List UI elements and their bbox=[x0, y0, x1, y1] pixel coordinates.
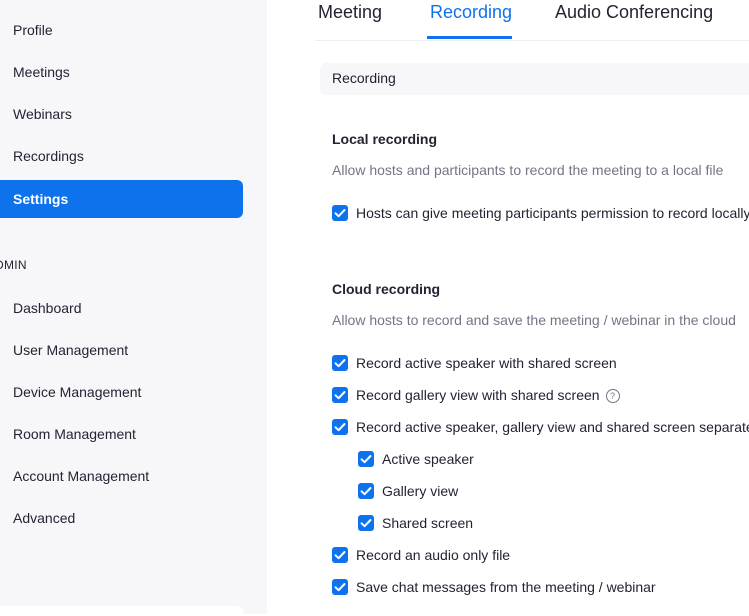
option-label-wrap: Record gallery view with shared screen? bbox=[356, 387, 620, 403]
check-icon bbox=[360, 455, 372, 464]
checkbox-checked[interactable] bbox=[332, 205, 348, 221]
checkbox-checked[interactable] bbox=[358, 515, 374, 531]
check-icon bbox=[360, 487, 372, 496]
check-icon bbox=[334, 551, 346, 560]
option-label: Active speaker bbox=[382, 451, 474, 467]
option-label: Record active speaker, gallery view and … bbox=[356, 419, 749, 435]
checkbox-checked[interactable] bbox=[358, 451, 374, 467]
sidebar-item-label: User Management bbox=[13, 342, 129, 358]
checkbox-checked[interactable] bbox=[332, 387, 348, 403]
sidebar-item-label: Recordings bbox=[13, 148, 84, 164]
tab-recording[interactable]: Recording bbox=[430, 0, 512, 40]
settings-tabs: Meeting Recording Audio Conferencing bbox=[315, 0, 749, 41]
local-recording-description: Allow hosts and participants to record t… bbox=[332, 162, 724, 178]
sidebar-item-room-management[interactable]: Room Management bbox=[0, 415, 243, 453]
check-icon bbox=[334, 359, 346, 368]
option-label: Shared screen bbox=[382, 515, 474, 531]
tab-meeting[interactable]: Meeting bbox=[318, 0, 382, 40]
sidebar-item-profile[interactable]: Profile bbox=[0, 11, 243, 49]
local-recording-heading: Local recording bbox=[332, 131, 438, 147]
sidebar-bottom-card bbox=[0, 606, 243, 616]
checkbox-checked[interactable] bbox=[332, 547, 348, 563]
checkbox-checked[interactable] bbox=[332, 579, 348, 595]
tab-audio-conferencing[interactable]: Audio Conferencing bbox=[555, 0, 713, 40]
option-label: Record an audio only file bbox=[356, 547, 511, 563]
sidebar-item-label: Settings bbox=[13, 191, 69, 207]
sidebar-item-dashboard[interactable]: Dashboard bbox=[0, 289, 243, 327]
check-icon bbox=[334, 583, 346, 592]
sidebar-item-recordings[interactable]: Recordings bbox=[0, 137, 243, 175]
checkbox-checked[interactable] bbox=[332, 355, 348, 371]
sidebar-item-webinars[interactable]: Webinars bbox=[0, 95, 243, 133]
checkbox-checked[interactable] bbox=[358, 483, 374, 499]
sidebar-item-label: Advanced bbox=[13, 510, 76, 526]
check-icon bbox=[360, 519, 372, 528]
sidebar-item-account-management[interactable]: Account Management bbox=[0, 457, 243, 495]
check-icon bbox=[334, 209, 346, 218]
question-circle-icon[interactable]: ? bbox=[605, 389, 620, 403]
sidebar: Profile Meetings Webinars Recordings Set… bbox=[0, 0, 267, 616]
option-label: Gallery view bbox=[382, 483, 459, 499]
sidebar-item-user-management[interactable]: User Management bbox=[0, 331, 243, 369]
sidebar-item-label: Dashboard bbox=[13, 300, 82, 316]
option-label: Hosts can give meeting participants perm… bbox=[356, 205, 749, 221]
sidebar-item-label: Profile bbox=[13, 22, 53, 38]
sidebar-item-label: Meetings bbox=[13, 64, 70, 80]
sidebar-item-label: Webinars bbox=[13, 106, 72, 122]
sidebar-item-advanced[interactable]: Advanced bbox=[0, 499, 243, 537]
sidebar-item-label: Device Management bbox=[13, 384, 142, 400]
admin-section-heading: DMIN bbox=[0, 258, 27, 272]
section-nav-label[interactable]: Recording bbox=[332, 70, 396, 86]
option-label: Record gallery view with shared screen bbox=[356, 387, 600, 403]
sidebar-item-label: Account Management bbox=[13, 468, 150, 484]
cloud-recording-description: Allow hosts to record and save the meeti… bbox=[332, 312, 736, 328]
option-label: Record active speaker with shared screen bbox=[356, 355, 617, 371]
checkbox-checked[interactable] bbox=[332, 419, 348, 435]
check-icon bbox=[334, 423, 346, 432]
section-nav-bar: Recording bbox=[320, 63, 749, 95]
sidebar-item-settings[interactable]: Settings bbox=[0, 180, 243, 218]
check-icon bbox=[334, 391, 346, 400]
sidebar-item-meetings[interactable]: Meetings bbox=[0, 53, 243, 91]
option-label: Save chat messages from the meeting / we… bbox=[356, 579, 656, 595]
sidebar-item-label: Room Management bbox=[13, 426, 136, 442]
cloud-recording-heading: Cloud recording bbox=[332, 281, 441, 297]
active-tab-indicator bbox=[427, 36, 512, 39]
sidebar-item-device-management[interactable]: Device Management bbox=[0, 373, 243, 411]
